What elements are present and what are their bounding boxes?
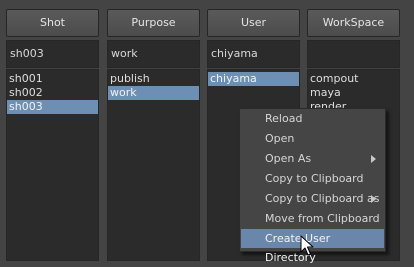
menu-item-label: Open <box>265 132 295 145</box>
filter-value <box>308 47 311 60</box>
column-header-workspace[interactable]: WorkSpace <box>307 9 400 37</box>
column-header-purpose[interactable]: Purpose <box>107 9 200 37</box>
menu-item-move-from-clipboard[interactable]: Move from Clipboard <box>241 209 384 228</box>
list-item-selected[interactable]: work <box>108 86 199 100</box>
menu-item-label: Copy to Clipboard as <box>265 192 380 205</box>
submenu-arrow-icon <box>371 155 376 163</box>
filter-value: chiyama <box>211 47 258 60</box>
filter-field-purpose[interactable]: work <box>107 40 200 68</box>
list-purpose[interactable]: publish work <box>107 69 200 261</box>
list-shot[interactable]: sh001 sh002 sh003 <box>6 69 99 261</box>
column-shot: Shot sh003 sh001 sh002 sh003 <box>6 9 99 261</box>
filter-field-workspace[interactable] <box>307 40 400 68</box>
menu-item-open-as[interactable]: Open As <box>241 149 384 168</box>
column-header-shot[interactable]: Shot <box>6 9 99 37</box>
filter-value: sh003 <box>10 47 44 60</box>
menu-item-copy-to-clipboard[interactable]: Copy to Clipboard <box>241 169 384 188</box>
menu-item-copy-to-clipboard-as[interactable]: Copy to Clipboard as <box>241 189 384 208</box>
list-item[interactable]: maya <box>308 86 399 100</box>
list-item-selected[interactable]: chiyama <box>208 72 299 86</box>
menu-item-reload[interactable]: Reload <box>241 109 384 128</box>
list-item[interactable]: sh002 <box>7 86 98 100</box>
list-item[interactable]: compout <box>308 72 399 86</box>
column-purpose: Purpose work publish work <box>107 9 200 261</box>
arrow-cursor-icon <box>300 235 314 256</box>
list-item-selected[interactable]: sh003 <box>7 100 98 114</box>
list-item[interactable]: sh001 <box>7 72 98 86</box>
menu-item-open[interactable]: Open <box>241 129 384 148</box>
menu-item-label: Move from Clipboard <box>265 212 380 225</box>
filter-field-user[interactable]: chiyama <box>207 40 300 68</box>
menu-item-label: Copy to Clipboard <box>265 172 364 185</box>
filter-value: work <box>111 47 138 60</box>
submenu-arrow-icon <box>371 195 376 203</box>
column-header-user[interactable]: User <box>207 9 300 37</box>
menu-item-label: Open As <box>265 152 312 165</box>
menu-item-label: Reload <box>265 112 303 125</box>
filter-field-shot[interactable]: sh003 <box>6 40 99 68</box>
list-item[interactable]: publish <box>108 72 199 86</box>
context-menu: Reload Open Open As Copy to Clipboard Co… <box>239 108 386 264</box>
